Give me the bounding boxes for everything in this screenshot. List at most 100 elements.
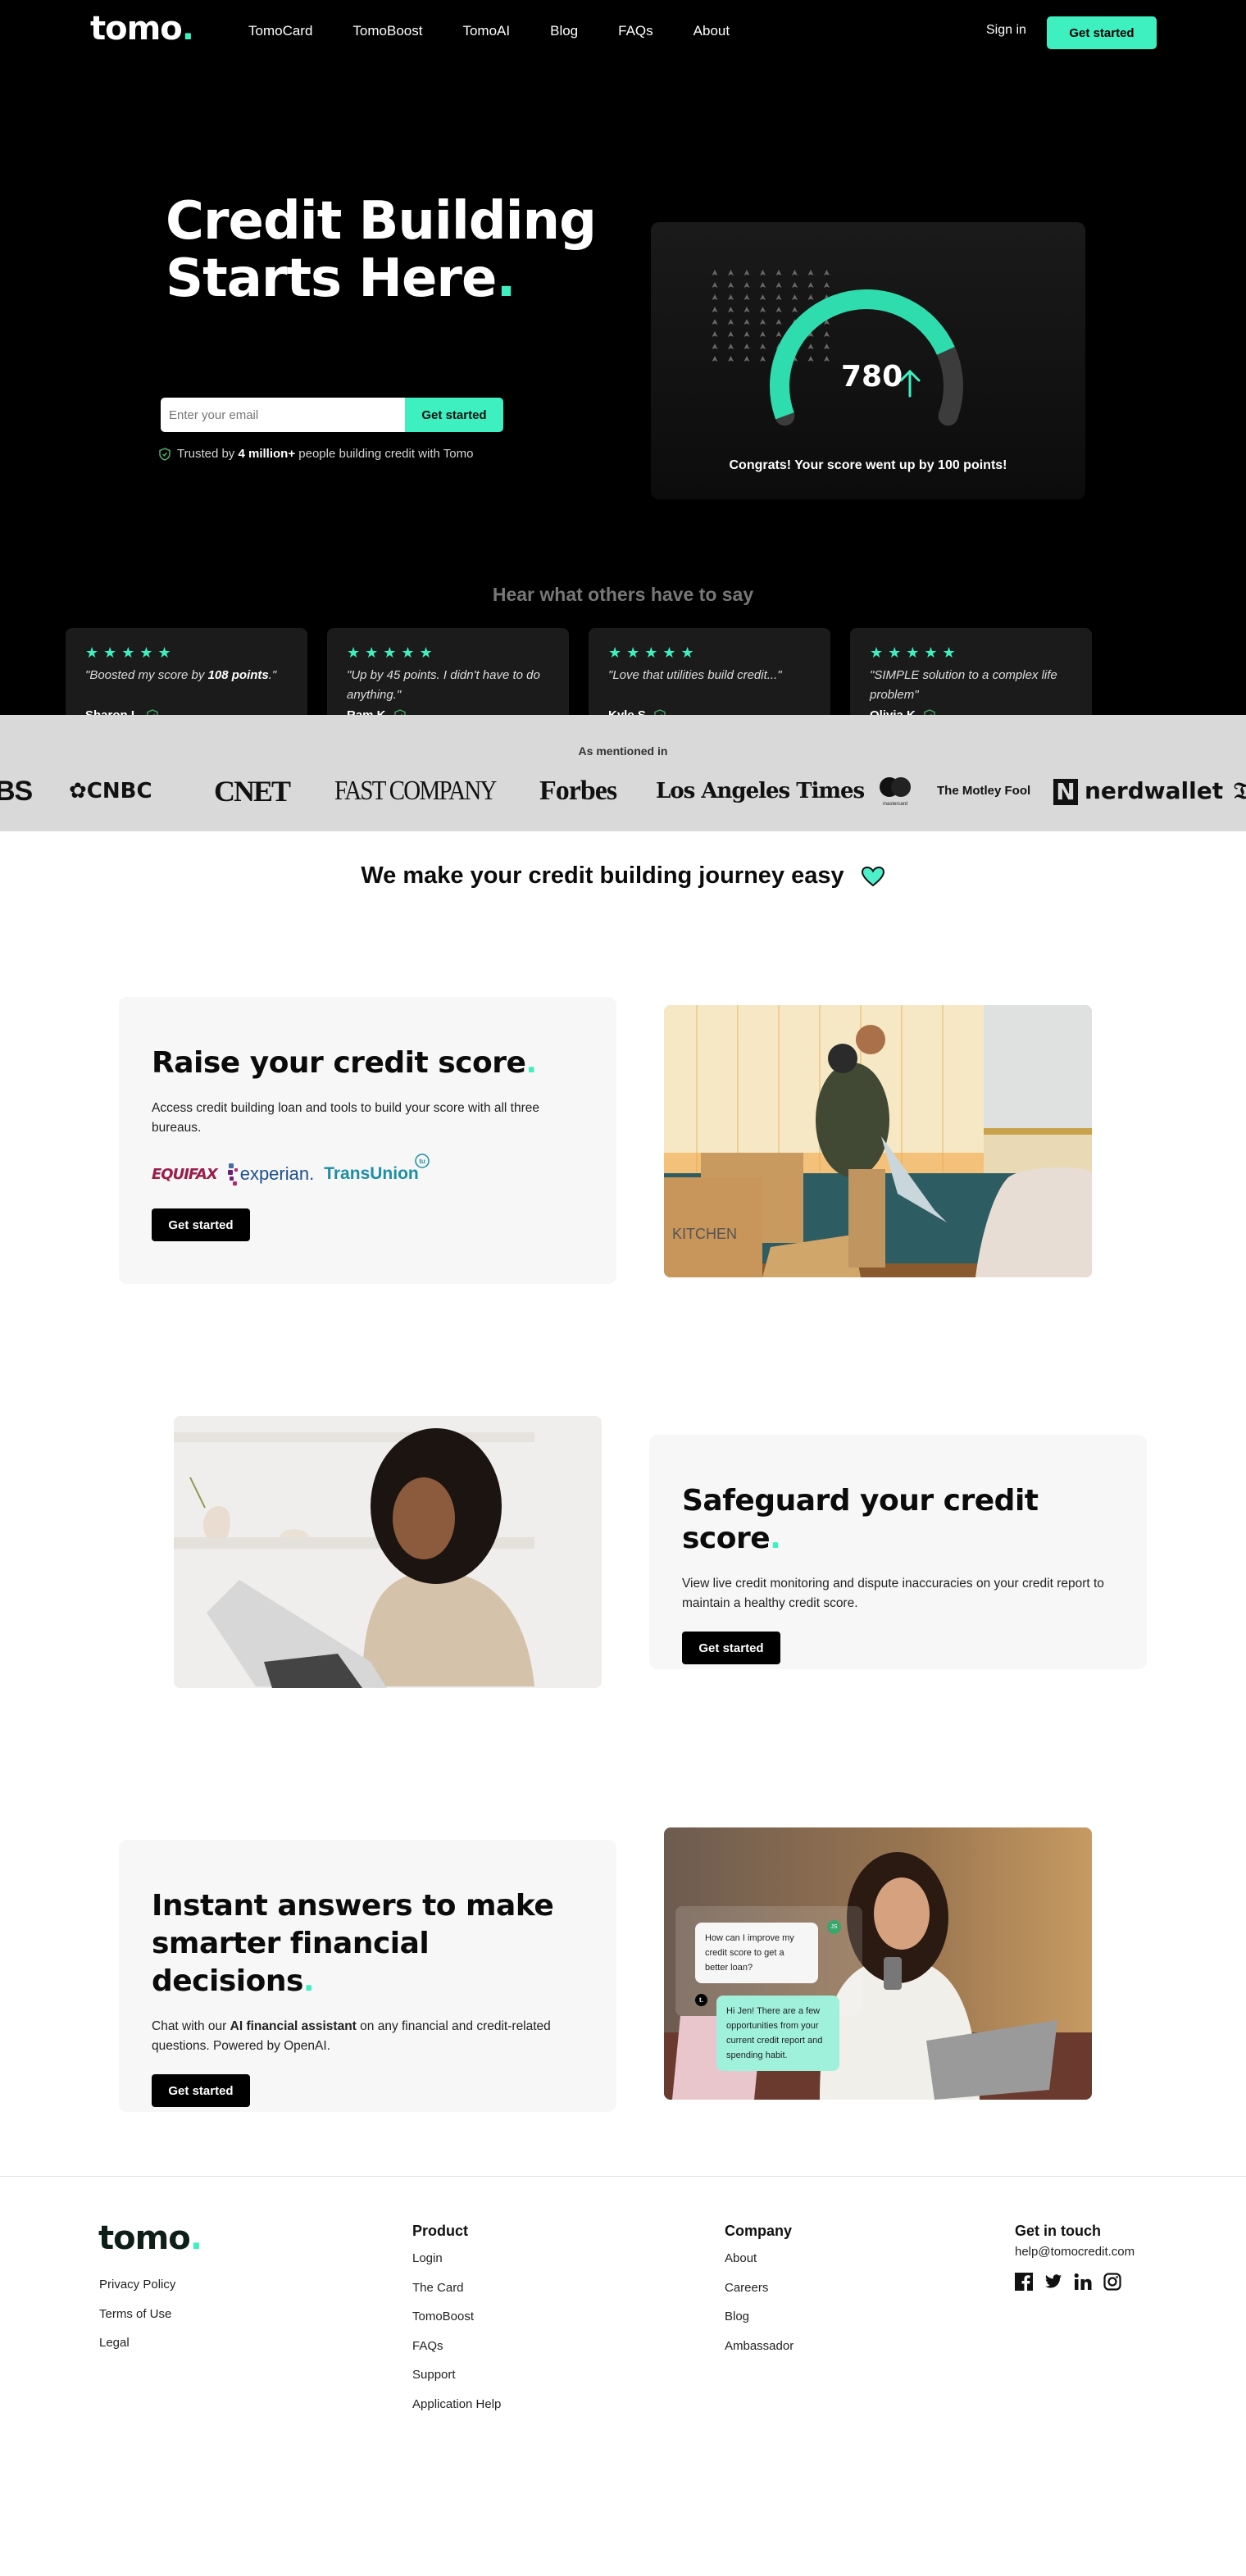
experian-text: experian.: [239, 1163, 315, 1184]
facebook-icon[interactable]: [1015, 2273, 1033, 2291]
feature-get-started-button[interactable]: Get started: [152, 1208, 250, 1241]
logo[interactable]: tomo.: [90, 10, 194, 48]
footer-contact-title: Get in touch: [1015, 2223, 1101, 2239]
testimonial-quote: "Love that utilities build credit...": [608, 668, 782, 682]
nav-link-blog[interactable]: Blog: [550, 23, 578, 39]
credit-score-value: 780: [841, 360, 903, 394]
dot-grid-mark: [760, 344, 766, 349]
feature-title-dot: .: [525, 1046, 537, 1080]
dot-grid-mark: [824, 356, 830, 362]
sign-in-link[interactable]: Sign in: [986, 23, 1026, 38]
footer-link-legal[interactable]: Legal: [99, 2334, 175, 2364]
linkedin-icon[interactable]: [1074, 2273, 1092, 2291]
journey-title-text: We make your credit building journey eas…: [361, 862, 844, 889]
nav-get-started-button[interactable]: Get started: [1047, 16, 1157, 49]
instagram-icon[interactable]: [1103, 2273, 1121, 2291]
footer-link-tomoboost[interactable]: TomoBoost: [412, 2308, 501, 2337]
testimonial-quote: "Up by 45 points. I didn't have to do an…: [347, 668, 540, 702]
dot-grid-mark: [728, 282, 734, 288]
credit-bureaus-logos: EQUIFAX experian. TransUnion tu: [152, 1154, 584, 1190]
testimonials-title: Hear what others have to say: [492, 584, 754, 605]
dot-grid-mark: [775, 282, 782, 288]
dot-grid-mark: [824, 344, 830, 349]
dot-grid-mark: [728, 270, 734, 275]
footer-link-careers[interactable]: Careers: [725, 2279, 794, 2309]
star-rating: ★★★★★: [347, 644, 438, 661]
social-links: [1015, 2273, 1135, 2291]
dot-grid-mark: [775, 270, 782, 275]
dot-grid-mark: [744, 319, 750, 325]
dot-grid-mark: [807, 356, 814, 362]
dot-grid-mark: [744, 307, 750, 312]
footer-company-column: Company About Careers Blog Ambassador: [725, 2223, 794, 2366]
footer: tomo. Privacy Policy Terms of Use Legal …: [0, 2176, 1246, 2571]
footer-link-login[interactable]: Login: [412, 2250, 501, 2279]
quote-bold: 108 points: [207, 668, 269, 682]
chat-bot-message: Hi Jen! There are a few opportunities fr…: [716, 1996, 839, 2071]
footer-link-the-card[interactable]: The Card: [412, 2279, 501, 2309]
star-rating: ★★★★★: [608, 644, 699, 661]
shield-check-icon: [159, 447, 171, 461]
footer-link-application-help[interactable]: Application Help: [412, 2396, 501, 2425]
dot-grid-mark: [728, 319, 734, 325]
star-rating: ★★★★★: [85, 644, 176, 661]
trusted-suffix: people building credit with Tomo: [295, 447, 474, 461]
hero-title-dot: .: [496, 248, 516, 309]
feature-title: Safeguard your credit score.: [682, 1482, 1114, 1558]
testimonial-quote: "SIMPLE solution to a complex life probl…: [870, 668, 1057, 702]
hero-get-started-button[interactable]: Get started: [405, 398, 503, 432]
dot-grid-mark: [728, 356, 734, 362]
dot-grid-mark: [712, 282, 718, 288]
feature-get-started-button[interactable]: Get started: [682, 1632, 780, 1664]
desc-pre: Chat with our: [152, 2019, 230, 2033]
journey-section: We make your credit building journey eas…: [0, 831, 1246, 987]
photo-illustration: KITCHEN: [664, 1005, 1092, 1277]
footer-link-faqs[interactable]: FAQs: [412, 2337, 501, 2367]
footer-logo[interactable]: tomo.: [98, 2219, 202, 2257]
footer-link-support[interactable]: Support: [412, 2366, 501, 2396]
woman-using-laptop-photo: [174, 1416, 602, 1688]
footer-email-link[interactable]: help@tomocredit.com: [1015, 2245, 1135, 2259]
nerdwallet-text: nerdwallet: [1085, 777, 1224, 804]
nav-link-about[interactable]: About: [693, 23, 730, 39]
footer-link-blog[interactable]: Blog: [725, 2308, 794, 2337]
feature-title-dot: .: [770, 1522, 781, 1555]
nav-link-tomoboost[interactable]: TomoBoost: [352, 23, 422, 39]
footer-link-privacy-policy[interactable]: Privacy Policy: [99, 2276, 175, 2305]
star-rating: ★★★★★: [870, 644, 961, 661]
press-logo-cbs: BS: [0, 776, 33, 807]
transunion-tu-icon: tu: [414, 1154, 430, 1168]
feature-title-line1: Instant answers to make: [152, 1889, 554, 1923]
footer-link-ambassador[interactable]: Ambassador: [725, 2337, 794, 2367]
hero-section: Credit BuildingStarts Here. Get started …: [0, 66, 1246, 748]
press-logo-la-times: Los Angeles Times: [656, 779, 865, 803]
dot-grid-mark: [712, 294, 718, 300]
nav-link-tomoai[interactable]: TomoAI: [462, 23, 510, 39]
dot-grid-mark: [775, 331, 782, 337]
dot-grid-mark: [760, 294, 766, 300]
twitter-icon[interactable]: [1044, 2273, 1062, 2291]
nav-link-tomocard[interactable]: TomoCard: [248, 23, 312, 39]
email-input[interactable]: [161, 398, 405, 432]
journey-title: We make your credit building journey eas…: [0, 862, 1246, 890]
heart-icon: [861, 867, 884, 887]
feature-description: Access credit building loan and tools to…: [152, 1101, 540, 1135]
quote-end: .": [268, 668, 277, 682]
desc-bold: AI financial assistant: [230, 2019, 357, 2033]
nav-link-faqs[interactable]: FAQs: [618, 23, 653, 39]
quote-text: "Boosted my score by: [85, 668, 208, 682]
feature-title: Instant answers to make smarter financial…: [152, 1887, 584, 2000]
feature-description: View live credit monitoring and dispute …: [682, 1577, 1104, 1610]
trusted-by-text: Trusted by 4 million+ people building cr…: [159, 447, 473, 461]
footer-link-about[interactable]: About: [725, 2250, 794, 2279]
gauge-fill: [770, 289, 955, 420]
feature-raise-score: Raise your credit score. Access credit b…: [0, 987, 1246, 1397]
dot-grid-mark: [744, 270, 750, 275]
press-logo-fast-company: FAST COMPANY: [334, 776, 497, 806]
feature-get-started-button[interactable]: Get started: [152, 2074, 250, 2107]
dot-grid-mark: [744, 294, 750, 300]
feature-card: Instant answers to make smarter financial…: [119, 1840, 616, 2112]
nav-links: TomoCard TomoBoost TomoAI Blog FAQs Abou…: [248, 23, 770, 39]
dot-grid-mark: [760, 331, 766, 337]
footer-link-terms-of-use[interactable]: Terms of Use: [99, 2305, 175, 2335]
